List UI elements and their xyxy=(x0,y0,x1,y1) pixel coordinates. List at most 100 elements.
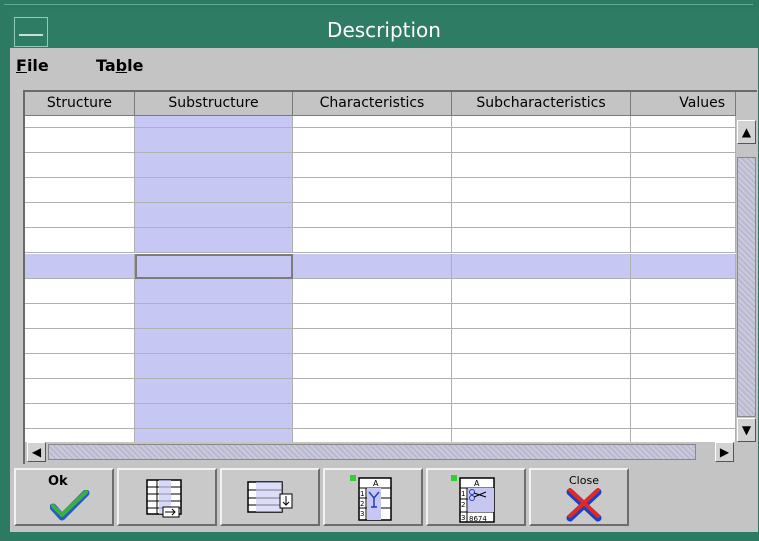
table-cell[interactable] xyxy=(631,153,736,178)
table-cell[interactable] xyxy=(293,228,452,253)
table-cell[interactable] xyxy=(25,178,135,203)
table-cell[interactable] xyxy=(452,379,631,404)
horizontal-scroll-thumb[interactable] xyxy=(48,444,696,460)
table-cell[interactable] xyxy=(452,404,631,429)
vertical-scroll-thumb[interactable] xyxy=(737,157,756,417)
table-cell[interactable] xyxy=(452,279,631,304)
insert-row-button[interactable] xyxy=(117,468,217,526)
table-cell[interactable] xyxy=(631,178,736,203)
menu-table[interactable]: Table xyxy=(96,56,143,75)
column-header-structure[interactable]: Structure xyxy=(25,92,135,116)
table-row[interactable] xyxy=(25,379,736,404)
table-cell[interactable] xyxy=(293,153,452,178)
table-cell[interactable] xyxy=(631,329,736,354)
table-cell[interactable] xyxy=(25,429,135,442)
table-cell[interactable] xyxy=(135,354,293,379)
table-cell[interactable] xyxy=(293,404,452,429)
scroll-down-button[interactable]: ▼ xyxy=(737,418,756,442)
table-cell[interactable] xyxy=(135,279,293,304)
table-cell[interactable] xyxy=(631,404,736,429)
column-header-values[interactable]: Values xyxy=(631,92,736,116)
table-row[interactable] xyxy=(25,304,736,329)
table-cell[interactable] xyxy=(25,153,135,178)
table-cell[interactable] xyxy=(135,228,293,253)
table-cell[interactable] xyxy=(135,153,293,178)
table-cell[interactable] xyxy=(293,254,452,279)
table-cell[interactable] xyxy=(135,116,293,128)
table-cell[interactable] xyxy=(135,178,293,203)
table-cell[interactable] xyxy=(293,279,452,304)
table-cell[interactable] xyxy=(452,329,631,354)
table-cell[interactable] xyxy=(293,203,452,228)
table-cell[interactable] xyxy=(452,203,631,228)
scroll-up-button[interactable]: ▲ xyxy=(737,120,756,144)
table-cell[interactable] xyxy=(25,116,135,128)
table-cell[interactable] xyxy=(631,128,736,153)
table-cell[interactable] xyxy=(631,228,736,253)
table-row[interactable] xyxy=(25,228,736,253)
table-cell[interactable] xyxy=(25,279,135,304)
table-cell[interactable] xyxy=(25,329,135,354)
table-cell[interactable] xyxy=(631,304,736,329)
join-table-button[interactable]: A 1 2 3 xyxy=(323,468,423,526)
table-cell[interactable] xyxy=(25,354,135,379)
horizontal-scrollbar[interactable]: ◀ ▶ xyxy=(25,442,736,462)
append-row-button[interactable] xyxy=(220,468,320,526)
table-cell[interactable] xyxy=(631,354,736,379)
table-cell[interactable] xyxy=(631,116,736,128)
window-menu-button[interactable] xyxy=(14,17,48,47)
table-cell[interactable] xyxy=(631,429,736,442)
table-row[interactable] xyxy=(25,153,736,178)
table-cell[interactable] xyxy=(25,379,135,404)
table-cell[interactable] xyxy=(631,279,736,304)
column-header-characteristics[interactable]: Characteristics xyxy=(293,92,452,116)
table-cell[interactable] xyxy=(135,429,293,442)
table-cell[interactable] xyxy=(293,178,452,203)
focused-cell[interactable] xyxy=(135,254,293,279)
table-cell[interactable] xyxy=(25,254,135,279)
table-cell[interactable] xyxy=(452,228,631,253)
table-cell[interactable] xyxy=(631,254,736,279)
table-row[interactable] xyxy=(25,116,736,128)
table-row[interactable] xyxy=(25,354,736,379)
column-header-subcharacteristics[interactable]: Subcharacteristics xyxy=(452,92,631,116)
table-row[interactable] xyxy=(25,279,736,304)
table-cell[interactable] xyxy=(452,254,631,279)
table-row-selected[interactable] xyxy=(25,254,736,279)
table-cell[interactable] xyxy=(452,128,631,153)
column-header-substructure[interactable]: Substructure xyxy=(135,92,293,116)
table-cell[interactable] xyxy=(25,228,135,253)
table-cell[interactable] xyxy=(452,354,631,379)
table-cell[interactable] xyxy=(135,128,293,153)
table-cell[interactable] xyxy=(293,354,452,379)
table-cell[interactable] xyxy=(135,404,293,429)
table-cell[interactable] xyxy=(135,304,293,329)
table-row[interactable] xyxy=(25,128,736,153)
table-row[interactable] xyxy=(25,203,736,228)
table-cell[interactable] xyxy=(25,404,135,429)
scroll-left-button[interactable]: ◀ xyxy=(27,442,46,462)
table-cell[interactable] xyxy=(631,203,736,228)
table-cell[interactable] xyxy=(452,116,631,128)
table-row[interactable] xyxy=(25,329,736,354)
table-row[interactable] xyxy=(25,429,736,442)
table-cell[interactable] xyxy=(452,304,631,329)
table-cell[interactable] xyxy=(452,153,631,178)
menu-file[interactable]: File xyxy=(16,56,49,75)
table-row[interactable] xyxy=(25,404,736,429)
table-cell[interactable] xyxy=(293,379,452,404)
table-cell[interactable] xyxy=(452,429,631,442)
title-bar[interactable]: Description xyxy=(10,13,758,48)
table-cell[interactable] xyxy=(293,429,452,442)
table-cell[interactable] xyxy=(452,178,631,203)
table-cell[interactable] xyxy=(135,379,293,404)
table-row[interactable] xyxy=(25,178,736,203)
close-button[interactable]: Close xyxy=(529,468,629,526)
table-cell[interactable] xyxy=(135,203,293,228)
table-cell[interactable] xyxy=(25,304,135,329)
table-cell[interactable] xyxy=(293,116,452,128)
scroll-right-button[interactable]: ▶ xyxy=(715,442,734,462)
table-cell[interactable] xyxy=(25,128,135,153)
vertical-scrollbar[interactable]: ▲ ▼ xyxy=(736,118,757,444)
table-cell[interactable] xyxy=(25,203,135,228)
